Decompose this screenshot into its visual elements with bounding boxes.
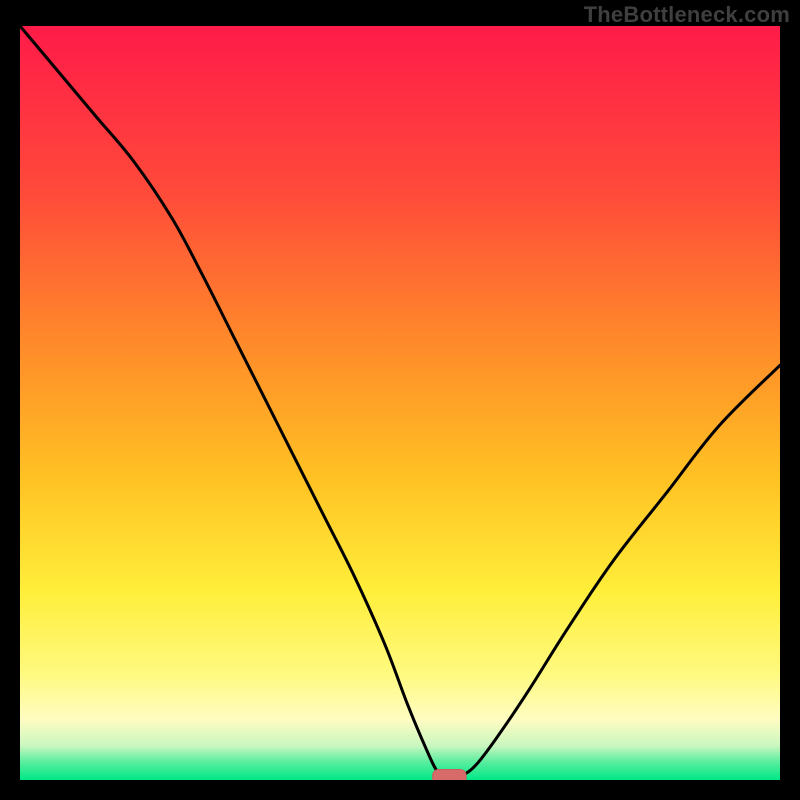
plot-area	[20, 26, 780, 780]
gradient-rect	[20, 26, 780, 780]
chart-frame: TheBottleneck.com	[0, 0, 800, 800]
attribution-text: TheBottleneck.com	[584, 2, 790, 28]
chart-svg	[20, 26, 780, 780]
bottleneck-marker	[433, 769, 466, 780]
